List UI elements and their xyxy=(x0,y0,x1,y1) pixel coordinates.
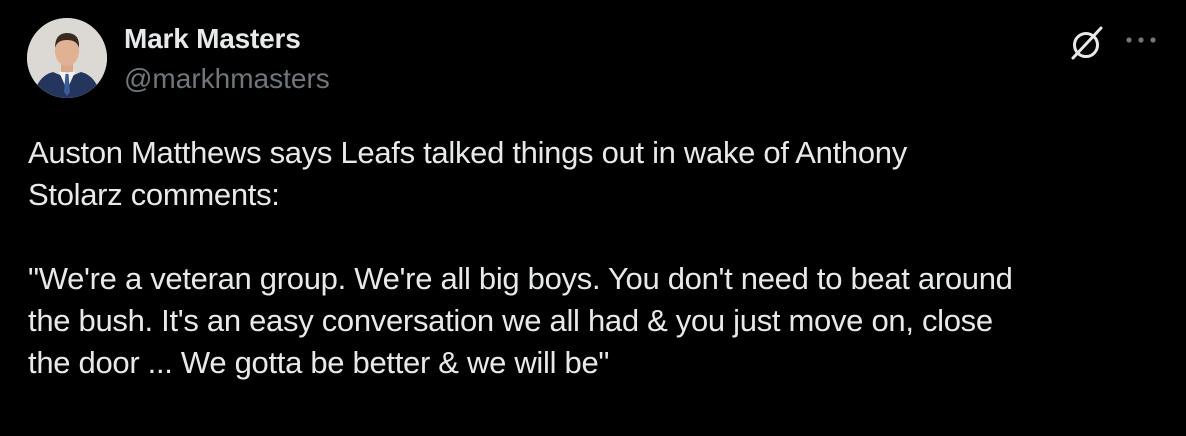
author-handle[interactable]: @markhmasters xyxy=(124,62,330,96)
avatar[interactable] xyxy=(27,18,107,98)
avatar-photo-icon xyxy=(27,18,107,98)
tweet-card: Mark Masters @markhmasters Auston Matthe… xyxy=(0,0,1186,436)
more-options-icon[interactable] xyxy=(1124,33,1158,45)
grok-icon[interactable] xyxy=(1068,24,1106,62)
author-names: Mark Masters @markhmasters xyxy=(124,22,330,96)
author-display-name[interactable]: Mark Masters xyxy=(124,22,330,56)
tweet-text: Auston Matthews says Leafs talked things… xyxy=(28,135,1013,380)
